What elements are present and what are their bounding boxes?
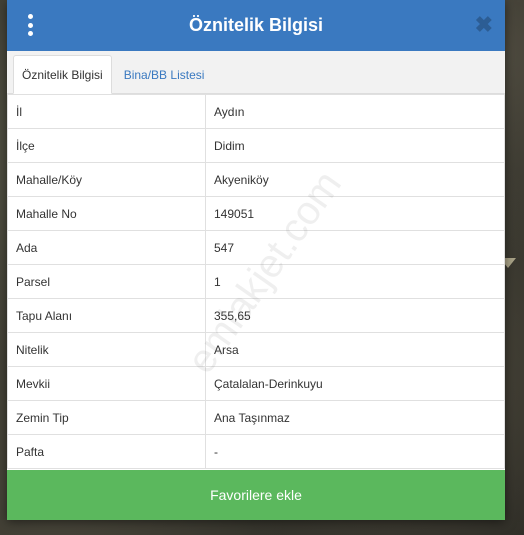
attribute-value: Arsa (205, 332, 505, 367)
attribute-key: İlçe (7, 128, 206, 163)
attribute-key: Nitelik (7, 332, 206, 367)
add-to-favorites-button[interactable]: Favorilere ekle (7, 470, 505, 520)
table-row: Parsel 1 (7, 264, 505, 299)
attribute-value: Ana Taşınmaz (205, 400, 505, 435)
menu-dot (27, 31, 33, 36)
menu-dot (27, 14, 33, 19)
attribute-key: Tapu Alanı (7, 298, 206, 333)
table-row: Mahalle No 149051 (7, 196, 505, 231)
dialog-header: Öznitelik Bilgisi ✖ (7, 0, 505, 51)
attribute-key: İl (7, 94, 206, 129)
attribute-key: Mahalle/Köy (7, 162, 206, 197)
kebab-menu-icon[interactable] (25, 14, 35, 36)
attribute-key: Pafta (7, 434, 206, 469)
tab-attribute-info[interactable]: Öznitelik Bilgisi (13, 55, 112, 94)
table-row: Mahalle/Köy Akyeniköy (7, 162, 505, 197)
table-row: Tapu Alanı 355,65 (7, 298, 505, 333)
attribute-value: Didim (205, 128, 505, 163)
attribute-value: Akyeniköy (205, 162, 505, 197)
attribute-value: 1 (205, 264, 505, 299)
attribute-key: Zemin Tip (7, 400, 206, 435)
table-row: Mevkii Çatalalan-Derinkuyu (7, 366, 505, 401)
table-row: İl Aydın (7, 94, 505, 129)
attribute-info-dialog: Öznitelik Bilgisi ✖ Öznitelik Bilgisi Bi… (7, 0, 505, 520)
table-row: Nitelik Arsa (7, 332, 505, 367)
attribute-value: - (205, 434, 505, 469)
table-row: Pafta - (7, 434, 505, 469)
attribute-key: Mahalle No (7, 196, 206, 231)
attribute-value: Aydın (205, 94, 505, 129)
attribute-value: 547 (205, 230, 505, 265)
menu-dot (27, 22, 33, 28)
attribute-table: İl Aydın İlçe Didim Mahalle/Köy Akyeniköy Maha… (7, 94, 505, 469)
attribute-value: Çatalalan-Derinkuyu (205, 366, 505, 401)
attribute-value: 149051 (205, 196, 505, 231)
attribute-key: Ada (7, 230, 206, 265)
close-icon[interactable]: ✖ (475, 14, 493, 36)
attribute-value: 355,65 (205, 298, 505, 333)
attribute-key: Mevkii (7, 366, 206, 401)
table-row: Ada 547 (7, 230, 505, 265)
table-row: İlçe Didim (7, 128, 505, 163)
attribute-key: Parsel (7, 264, 206, 299)
tab-building-list[interactable]: Bina/BB Listesi (112, 56, 213, 93)
table-row: Zemin Tip Ana Taşınmaz (7, 400, 505, 435)
dialog-title: Öznitelik Bilgisi (188, 15, 324, 35)
tab-bar: Öznitelik Bilgisi Bina/BB Listesi (7, 51, 505, 94)
